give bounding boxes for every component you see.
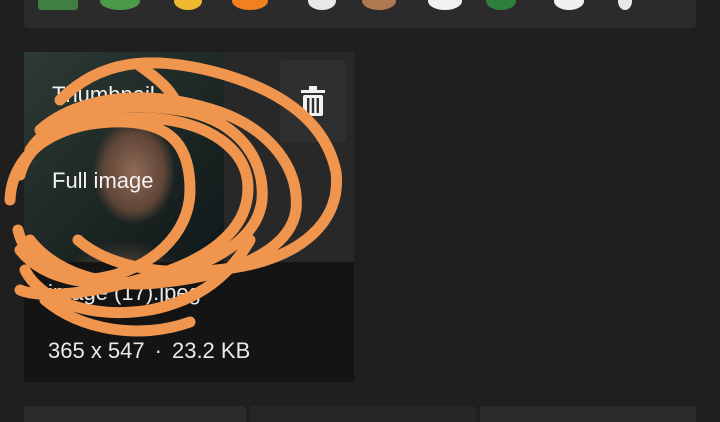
sticker-item[interactable] [308,0,336,10]
sticker-item[interactable] [428,0,462,10]
sticker-item[interactable] [38,0,78,10]
sticker-item[interactable] [486,0,516,10]
attachment-size: 23.2 KB [171,338,251,363]
sticker-item[interactable] [174,0,202,10]
attachment-thumbnail[interactable]: Thumbnail Full image [24,52,224,262]
attachment-meta: image (17).jpeg 365 x 547 · 23.2 KB [24,262,354,382]
attachment-fileinfo: 365 x 547 · 23.2 KB [48,338,250,364]
sticker-item[interactable] [554,0,584,10]
attachment-filename: image (17).jpeg [48,280,201,305]
thumbnail-overlay-subtitle: Full image [52,168,154,193]
sticker-item[interactable] [100,0,140,10]
bottom-tab[interactable] [250,406,476,422]
bottom-tab[interactable] [480,406,696,422]
thumbnail-overlay-title: Thumbnail [52,82,155,107]
separator-dot: · [154,338,162,363]
trash-icon [301,86,325,116]
sticker-item[interactable] [618,0,632,10]
delete-attachment-button[interactable] [280,60,346,142]
attachment-dimensions: 365 x 547 [48,338,145,363]
sticker-item[interactable] [362,0,396,10]
sticker-item[interactable] [232,0,268,10]
sticker-strip [24,0,696,28]
attachment-card: Thumbnail Full image image (17).jpeg 365… [24,52,354,382]
bottom-tab[interactable] [24,406,246,422]
